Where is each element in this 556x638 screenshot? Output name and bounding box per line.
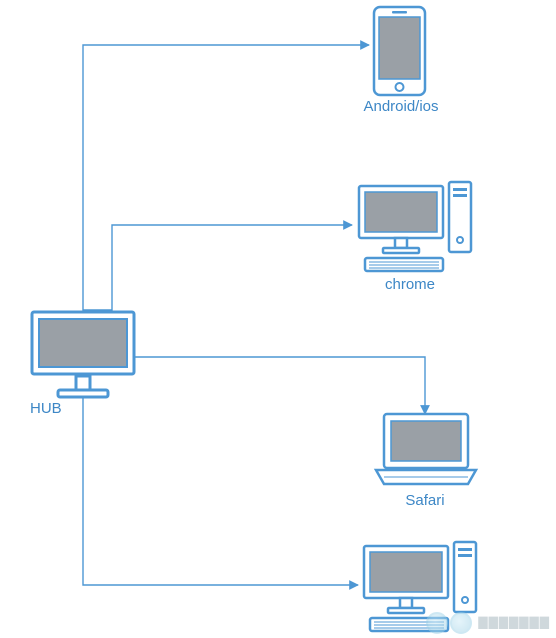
mobile-label: Android/ios [356,98,446,115]
watermark: ▇▇▇▇▇▇▇ [426,612,550,634]
desktop-chrome-icon [355,180,475,275]
laptop-safari-icon [370,410,482,490]
hub-monitor-icon [30,310,136,400]
diagram-canvas: HUB Android/ios [0,0,556,638]
mobile-icon [372,5,427,97]
laptop-safari-label: Safari [400,492,450,509]
hub-label: HUB [30,400,62,417]
desktop-chrome-label: chrome [380,276,440,293]
